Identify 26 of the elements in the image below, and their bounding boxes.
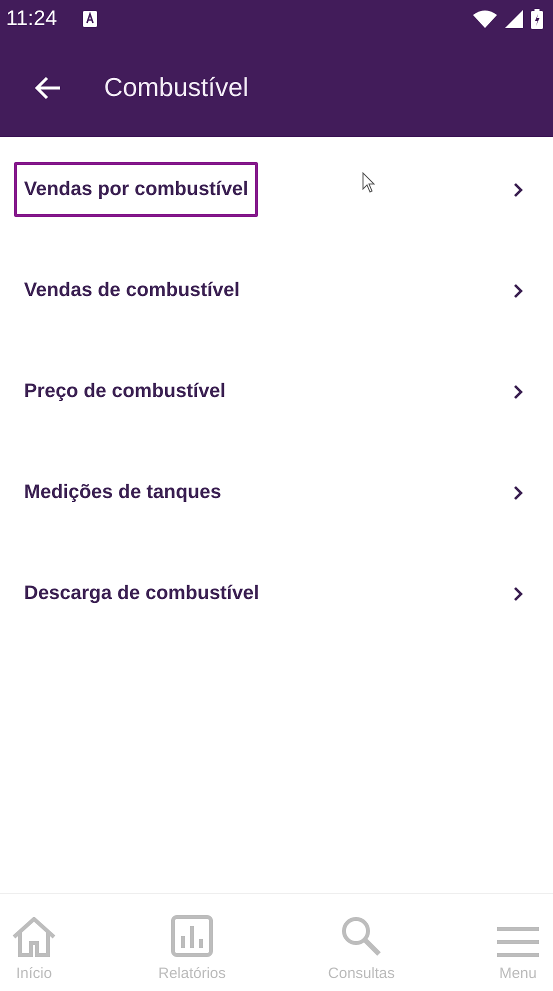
menu-item[interactable]: Vendas por combustível [0, 139, 553, 240]
battery-icon [531, 9, 543, 29]
item-label: Vendas de combustível [23, 278, 241, 303]
menu-item[interactable]: Preço de combustível [0, 341, 553, 442]
chevron-right-icon [513, 384, 523, 400]
search-icon [340, 915, 382, 957]
item-label: Medições de tanques [23, 480, 222, 505]
item-label: Preço de combustível [23, 379, 227, 404]
item-label: Descarga de combustível [23, 581, 260, 606]
menu-icon [496, 927, 539, 957]
bar-chart-icon [171, 915, 214, 957]
wifi-icon [473, 10, 497, 28]
menu-item[interactable]: Descarga de combustível [0, 543, 553, 644]
notification-icon [83, 11, 97, 27]
screen-title: Combustível [104, 72, 248, 103]
status-time: 11:24 [6, 7, 57, 31]
menu-item[interactable]: Medições de tanques [0, 442, 553, 543]
mouse-cursor-icon [362, 172, 376, 194]
chevron-right-icon [513, 282, 523, 298]
chevron-right-icon [513, 182, 523, 198]
chevron-right-icon [513, 484, 523, 500]
item-label: Vendas por combustível [14, 162, 258, 217]
chevron-right-icon [513, 586, 523, 602]
home-icon [12, 917, 56, 957]
signal-icon [505, 10, 523, 28]
menu-item[interactable]: Vendas de combustível [0, 240, 553, 341]
